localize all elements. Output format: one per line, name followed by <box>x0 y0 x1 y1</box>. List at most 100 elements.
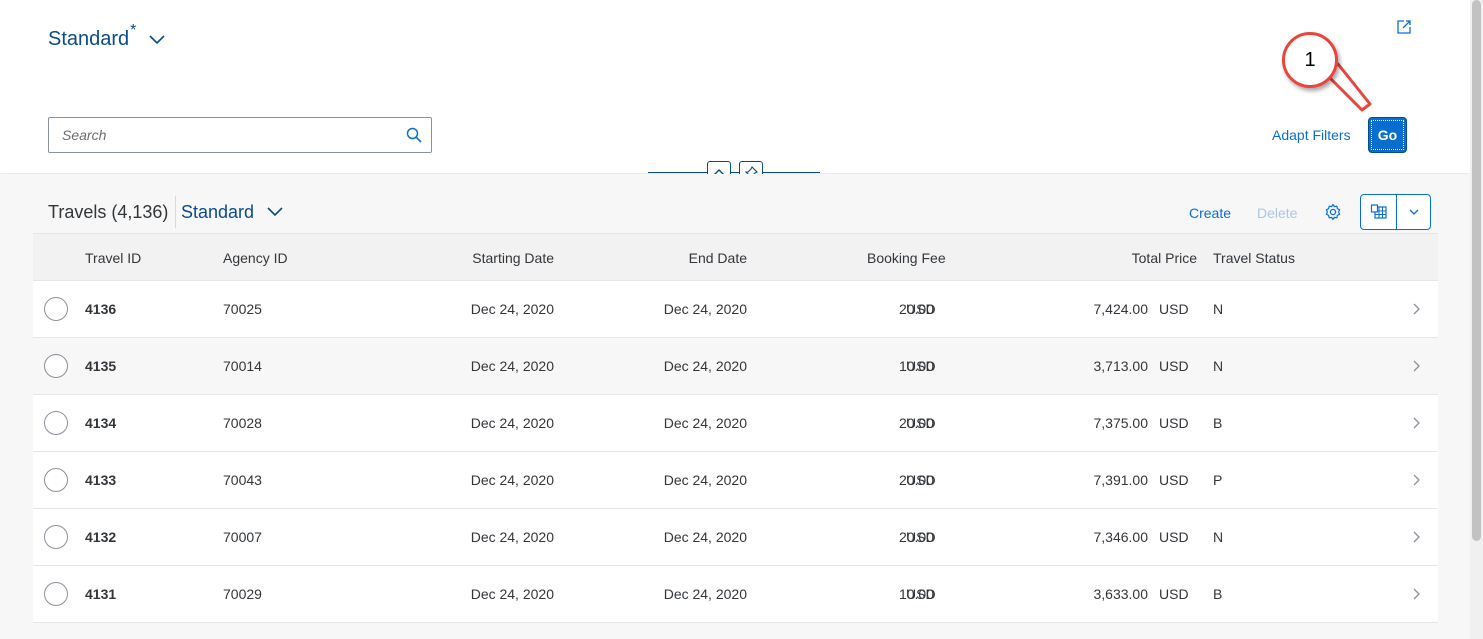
vertical-scrollbar[interactable] <box>1470 0 1483 639</box>
column-header-booking-fee[interactable]: Booking Fee <box>867 234 946 282</box>
search-icon[interactable] <box>397 118 431 152</box>
agency-id-cell: 70028 <box>223 415 262 431</box>
starting-date-cell: Dec 24, 2020 <box>470 529 554 545</box>
delete-button[interactable]: Delete <box>1257 205 1297 221</box>
agency-id-cell: 70007 <box>223 529 262 545</box>
row-select-radio[interactable] <box>44 411 68 435</box>
create-button[interactable]: Create <box>1189 205 1231 221</box>
table-variant-selector[interactable]: Standard <box>175 196 284 228</box>
total-price-currency: USD <box>1159 301 1189 317</box>
starting-date-cell: Dec 24, 2020 <box>470 301 554 317</box>
travel-id-cell: 4136 <box>85 301 117 317</box>
agency-id-cell: 70029 <box>223 586 262 602</box>
end-date-cell: Dec 24, 2020 <box>663 529 747 545</box>
travel-id-cell: 4133 <box>85 472 117 488</box>
end-date-cell: Dec 24, 2020 <box>663 415 747 431</box>
travel-status-cell: N <box>1213 301 1224 317</box>
total-price-currency: USD <box>1159 586 1189 602</box>
total-price-cell: 7,375.00 <box>1093 415 1149 431</box>
column-header-travel-id[interactable]: Travel ID <box>85 234 141 282</box>
travel-status-cell: N <box>1213 358 1224 374</box>
column-header-end-date[interactable]: End Date <box>689 234 747 282</box>
row-select-radio[interactable] <box>44 468 68 492</box>
header-divider-line <box>648 172 820 173</box>
total-price-cell: 3,713.00 <box>1093 358 1149 374</box>
chevron-down-icon[interactable] <box>148 31 166 49</box>
chevron-down-icon <box>1409 209 1418 215</box>
callout-badge: 1 <box>1282 32 1338 88</box>
travel-id-cell: 4135 <box>85 358 117 374</box>
starting-date-cell: Dec 24, 2020 <box>470 358 554 374</box>
total-price-cell: 7,424.00 <box>1093 301 1149 317</box>
table-toolbar: Travels (4,136) Standard Create Delete <box>33 174 1438 233</box>
chevron-right-icon[interactable] <box>1409 472 1423 488</box>
travel-status-cell: B <box>1213 586 1223 602</box>
search-field[interactable] <box>48 117 432 153</box>
chevron-right-icon[interactable] <box>1409 586 1423 602</box>
total-price-currency: USD <box>1159 358 1189 374</box>
export-options-dropdown[interactable] <box>1397 195 1430 229</box>
end-date-cell: Dec 24, 2020 <box>663 472 747 488</box>
travel-status-cell: B <box>1213 415 1223 431</box>
table-variant-label: Standard <box>181 201 255 222</box>
booking-fee-currency: USD <box>906 586 936 602</box>
column-header-travel-status[interactable]: Travel Status <box>1213 234 1295 282</box>
total-price-cell: 7,346.00 <box>1093 529 1149 545</box>
agency-id-cell: 70025 <box>223 301 262 317</box>
table-row[interactable]: 4134 70028 Dec 24, 2020 Dec 24, 2020 20.… <box>33 395 1438 452</box>
travels-table: Travel ID Agency ID Starting Date End Da… <box>33 233 1438 623</box>
total-price-currency: USD <box>1159 415 1189 431</box>
column-header-total-price[interactable]: Total Price <box>1132 234 1197 282</box>
agency-id-cell: 70014 <box>223 358 262 374</box>
table-header-row: Travel ID Agency ID Starting Date End Da… <box>33 233 1438 281</box>
total-price-currency: USD <box>1159 529 1189 545</box>
table-row[interactable]: 4136 70025 Dec 24, 2020 Dec 24, 2020 20.… <box>33 281 1438 338</box>
column-header-agency-id[interactable]: Agency ID <box>223 234 288 282</box>
row-select-radio[interactable] <box>44 525 68 549</box>
gear-icon[interactable] <box>1324 203 1342 221</box>
booking-fee-currency: USD <box>906 472 936 488</box>
filter-bar-header: Standard * Adapt Filters Go <box>0 0 1470 173</box>
end-date-cell: Dec 24, 2020 <box>663 586 747 602</box>
page-variant-title: Standard <box>48 28 130 50</box>
starting-date-cell: Dec 24, 2020 <box>470 415 554 431</box>
column-header-starting-date[interactable]: Starting Date <box>472 234 554 282</box>
travel-id-cell: 4134 <box>85 415 117 431</box>
end-date-cell: Dec 24, 2020 <box>663 358 747 374</box>
chevron-right-icon[interactable] <box>1409 358 1423 374</box>
page-variant-selector[interactable]: Standard * <box>48 22 166 51</box>
go-button[interactable]: Go <box>1368 117 1407 153</box>
table-row[interactable]: 4133 70043 Dec 24, 2020 Dec 24, 2020 20.… <box>33 452 1438 509</box>
travel-id-cell: 4131 <box>85 586 117 602</box>
booking-fee-currency: USD <box>906 358 936 374</box>
row-select-radio[interactable] <box>44 297 68 321</box>
scrollbar-thumb[interactable] <box>1472 0 1481 541</box>
spreadsheet-export-icon <box>1370 204 1387 219</box>
table-content-area: Travels (4,136) Standard Create Delete T… <box>0 174 1470 639</box>
total-price-cell: 3,633.00 <box>1093 586 1149 602</box>
chevron-right-icon[interactable] <box>1409 415 1423 431</box>
table-title: Travels (4,136) <box>48 202 169 222</box>
travel-status-cell: N <box>1213 529 1224 545</box>
search-input[interactable] <box>49 118 397 152</box>
travel-status-cell: P <box>1213 472 1223 488</box>
chevron-right-icon[interactable] <box>1409 301 1423 317</box>
chevron-right-icon[interactable] <box>1409 529 1423 545</box>
booking-fee-currency: USD <box>906 301 936 317</box>
export-menu-button <box>1360 194 1431 230</box>
export-button[interactable] <box>1361 195 1397 229</box>
row-select-radio[interactable] <box>44 582 68 606</box>
booking-fee-currency: USD <box>906 415 936 431</box>
row-select-radio[interactable] <box>44 354 68 378</box>
total-price-currency: USD <box>1159 472 1189 488</box>
table-row[interactable]: 4135 70014 Dec 24, 2020 Dec 24, 2020 10.… <box>33 338 1438 395</box>
starting-date-cell: Dec 24, 2020 <box>470 586 554 602</box>
table-row[interactable]: 4131 70029 Dec 24, 2020 Dec 24, 2020 10.… <box>33 566 1438 623</box>
share-icon[interactable] <box>1395 18 1413 36</box>
variant-modified-marker: * <box>130 21 137 39</box>
adapt-filters-link[interactable]: Adapt Filters <box>1272 127 1351 143</box>
table-row[interactable]: 4132 70007 Dec 24, 2020 Dec 24, 2020 20.… <box>33 509 1438 566</box>
starting-date-cell: Dec 24, 2020 <box>470 472 554 488</box>
chevron-down-icon[interactable] <box>266 203 284 221</box>
agency-id-cell: 70043 <box>223 472 262 488</box>
